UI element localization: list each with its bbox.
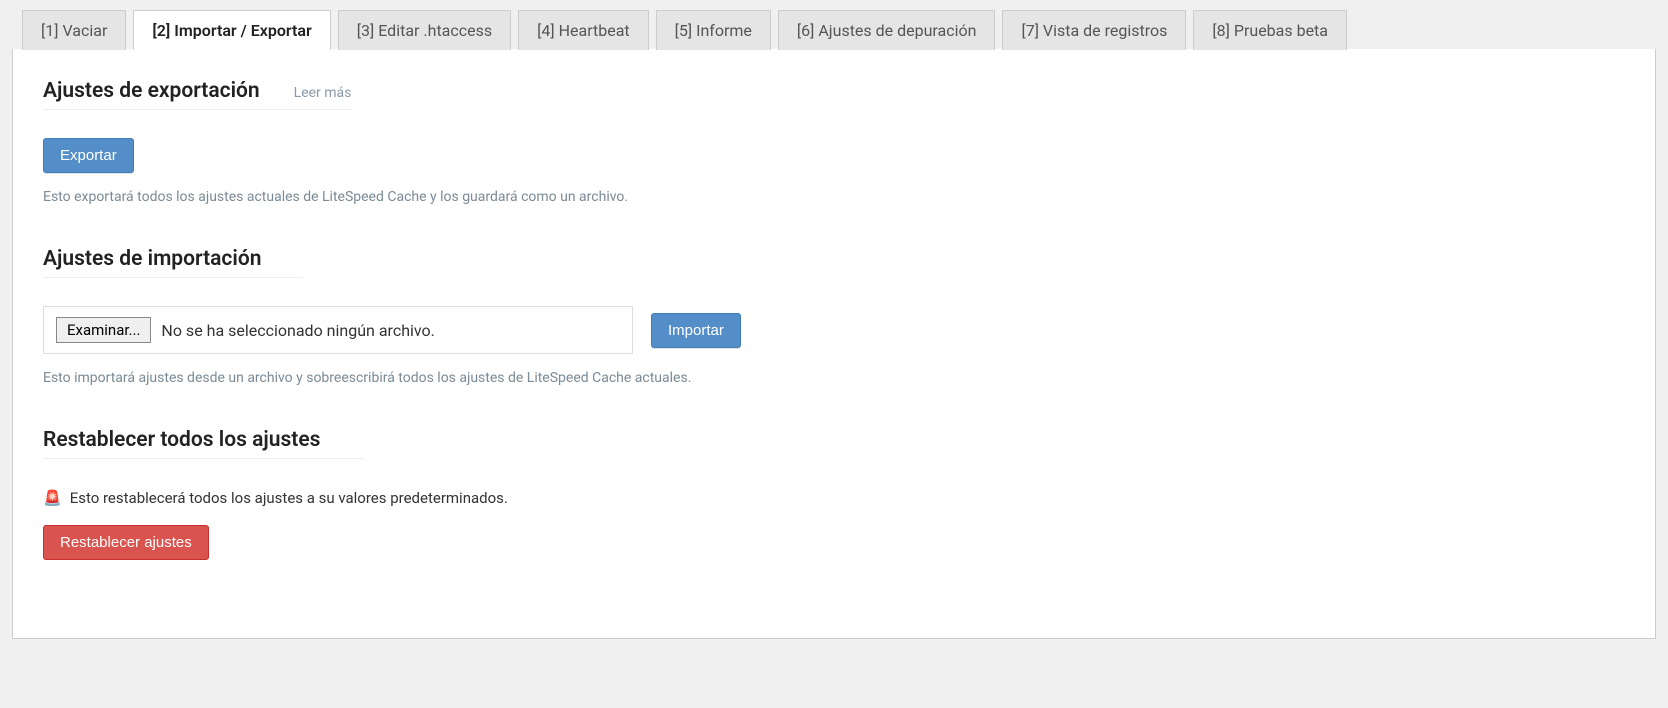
tab-pruebas-beta[interactable]: [8] Pruebas beta xyxy=(1193,10,1347,50)
reset-title: Restablecer todos los ajustes xyxy=(43,428,363,459)
import-title: Ajustes de importación xyxy=(43,247,303,278)
file-input-box[interactable]: Examinar... No se ha seleccionado ningún… xyxy=(43,306,633,354)
alarm-icon: 🚨 xyxy=(43,489,62,507)
import-description: Esto importará ajustes desde un archivo … xyxy=(43,370,1625,386)
tab-panel: Ajustes de exportación Leer más Exportar… xyxy=(12,49,1656,639)
export-title: Ajustes de exportación xyxy=(43,79,260,103)
export-description: Esto exportará todos los ajustes actuale… xyxy=(43,189,1625,205)
page-container: [1] Vaciar [2] Importar / Exportar [3] E… xyxy=(0,0,1668,659)
tab-editar-htaccess[interactable]: [3] Editar .htaccess xyxy=(338,10,511,50)
import-row: Examinar... No se ha seleccionado ningún… xyxy=(43,306,1625,354)
tab-importar-exportar[interactable]: [2] Importar / Exportar xyxy=(133,10,330,50)
tab-vista-registros[interactable]: [7] Vista de registros xyxy=(1002,10,1186,50)
reset-description-row: 🚨 Esto restablecerá todos los ajustes a … xyxy=(43,489,1625,507)
reset-description: Esto restablecerá todos los ajustes a su… xyxy=(70,489,508,507)
export-section-header: Ajustes de exportación Leer más xyxy=(43,79,353,110)
export-button[interactable]: Exportar xyxy=(43,138,134,173)
tab-heartbeat[interactable]: [4] Heartbeat xyxy=(518,10,649,50)
file-status-text: No se ha seleccionado ningún archivo. xyxy=(161,321,434,340)
tabs-nav: [1] Vaciar [2] Importar / Exportar [3] E… xyxy=(12,0,1656,50)
tab-ajustes-depuracion[interactable]: [6] Ajustes de depuración xyxy=(778,10,996,50)
browse-button[interactable]: Examinar... xyxy=(56,317,151,343)
import-button[interactable]: Importar xyxy=(651,313,741,348)
tab-informe[interactable]: [5] Informe xyxy=(656,10,771,50)
tab-vaciar[interactable]: [1] Vaciar xyxy=(22,10,126,50)
export-read-more-link[interactable]: Leer más xyxy=(294,85,352,101)
reset-button[interactable]: Restablecer ajustes xyxy=(43,525,209,560)
